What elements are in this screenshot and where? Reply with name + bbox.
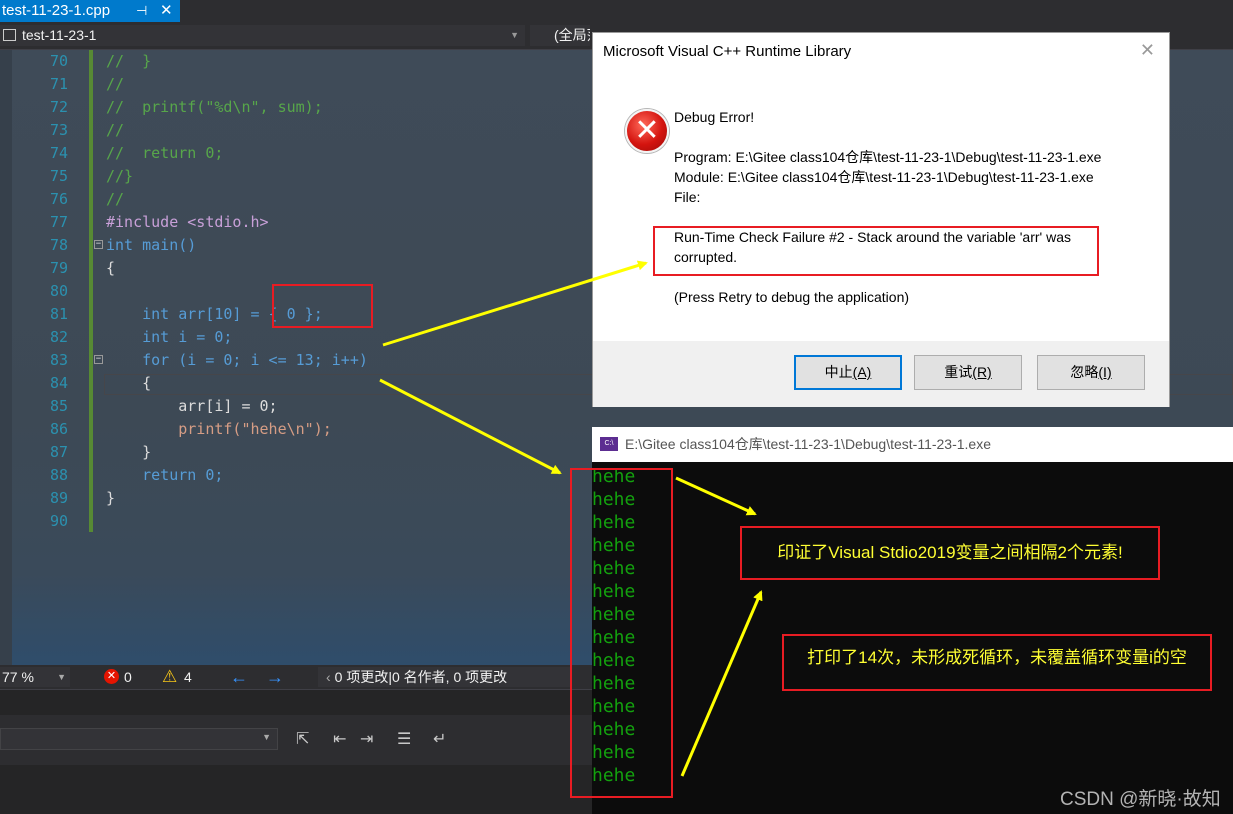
tab-title: test-11-23-1.cpp (2, 2, 111, 19)
console-title: E:\Gitee class104仓库\test-11-23-1\Debug\t… (625, 436, 991, 452)
chevron-down-icon: ▼ (262, 732, 271, 742)
code-line: 74// return 0; (49, 144, 224, 162)
console-output-highlight-box (570, 468, 673, 798)
error-icon: ✕ (625, 109, 669, 153)
code-line: 87 } (49, 443, 152, 461)
failure-highlight-box (653, 226, 1099, 276)
dialog-footer: 中止(A) 重试(R) 忽略(I) (593, 341, 1169, 407)
changes-text: 0 项更改|0 名作者, 0 项更改 (334, 669, 508, 685)
tab-test-cpp[interactable]: test-11-23-1.cpp ⊣ ✕ (0, 0, 180, 22)
zoom-dropdown[interactable]: 77 % ▼ (0, 667, 70, 687)
dialog-heading: Debug Error! (674, 109, 755, 125)
scope-name: (全局范围) (554, 27, 590, 43)
code-line: 79{ (49, 259, 116, 277)
dialog-hint: (Press Retry to debug the application) (674, 289, 910, 305)
output-source-dropdown[interactable]: ▼ (0, 728, 278, 750)
code-line: 85 arr[i] = 0; (49, 397, 278, 415)
annotation-note-1: 印证了Visual Stdio2019变量之间相隔2个元素! (740, 526, 1160, 580)
changes-indicator[interactable]: ‹ 0 项更改|0 名作者, 0 项更改 (318, 667, 570, 687)
warning-icon[interactable]: ⚠ (162, 667, 177, 687)
arrow-left-icon[interactable]: ← (230, 665, 248, 689)
retry-label: 重试 (944, 364, 973, 380)
runtime-error-dialog: Microsoft Visual C++ Runtime Library ✕ ✕… (592, 32, 1170, 407)
dialog-module: Module: E:\Gitee class104仓库\test-11-23-1… (674, 169, 1094, 185)
code-line: 84 { (49, 374, 152, 392)
find-message-icon[interactable]: ⇱ (296, 729, 309, 749)
project-name: test-11-23-1 (22, 27, 97, 43)
error-count: 0 (124, 669, 132, 685)
ignore-button[interactable]: 忽略(I) (1037, 355, 1145, 390)
code-line: 77 #include <stdio.h> (49, 213, 269, 231)
console-title-bar: C:\ E:\Gitee class104仓库\test-11-23-1\Deb… (592, 427, 1233, 462)
code-line: 76// (49, 190, 125, 208)
console-icon: C:\ (600, 437, 618, 451)
project-icon (3, 29, 16, 41)
close-icon[interactable]: ✕ (160, 0, 173, 22)
close-icon[interactable]: ✕ (1140, 40, 1155, 61)
dialog-title: Microsoft Visual C++ Runtime Library (603, 43, 852, 60)
code-line: 88 return 0; (49, 466, 224, 484)
dialog-program: Program: E:\Gitee class104仓库\test-11-23-… (674, 149, 1102, 165)
code-line: 86 printf("hehe\n"); (49, 420, 332, 438)
next-message-icon[interactable]: ⇥ (360, 729, 373, 749)
zoom-value: 77 % (2, 669, 34, 685)
abort-shortcut: (A) (852, 364, 872, 380)
chevron-left-icon: ‹ (326, 669, 331, 685)
document-tab-strip: test-11-23-1.cpp ⊣ ✕ (0, 0, 1233, 22)
previous-message-icon[interactable]: ⇤ (333, 729, 346, 749)
chevron-down-icon: ▼ (57, 672, 66, 682)
code-line: 72// printf("%d\n", sum); (49, 98, 323, 116)
console-window: C:\ E:\Gitee class104仓库\test-11-23-1\Deb… (592, 427, 1233, 814)
error-icon[interactable]: ✕ (104, 669, 119, 684)
code-line: 71// (49, 75, 125, 93)
word-wrap-icon[interactable]: ↵ (433, 729, 446, 749)
pin-icon[interactable]: ⊣ (136, 0, 147, 22)
code-line: 73// (49, 121, 125, 139)
abort-label: 中止 (824, 364, 853, 380)
ignore-label: 忽略 (1070, 364, 1099, 380)
project-dropdown[interactable]: test-11-23-1 ▼ (0, 25, 525, 46)
scope-dropdown[interactable]: (全局范围) (530, 25, 590, 46)
annotation-note-2: 打印了14次，未形成死循环，未覆盖循环变量i的空 (782, 634, 1212, 691)
code-line: 82 int i = 0; (49, 328, 233, 346)
loop-condition-highlight-box (272, 284, 373, 328)
collapse-icon[interactable]: − (94, 355, 103, 364)
code-line: 89} (49, 489, 116, 507)
retry-shortcut: (R) (972, 364, 992, 380)
collapse-icon[interactable]: − (94, 240, 103, 249)
warning-count: 4 (184, 669, 192, 685)
code-line: 83− for (i = 0; i <= 13; i++) (49, 351, 368, 369)
code-line: 75//} (49, 167, 134, 185)
code-line: 70// } (49, 52, 152, 70)
retry-button[interactable]: 重试(R) (914, 355, 1022, 390)
code-line: 90 (49, 512, 68, 530)
chevron-down-icon: ▼ (510, 30, 519, 40)
watermark: CSDN @新晓·故知 (1060, 789, 1221, 810)
code-line: 78− int main() (49, 236, 197, 254)
dialog-file: File: (674, 189, 701, 205)
ignore-shortcut: (I) (1098, 364, 1112, 380)
arrow-right-icon[interactable]: → (266, 665, 284, 689)
clear-all-icon[interactable]: ☰ (397, 729, 411, 749)
abort-button[interactable]: 中止(A) (794, 355, 902, 390)
